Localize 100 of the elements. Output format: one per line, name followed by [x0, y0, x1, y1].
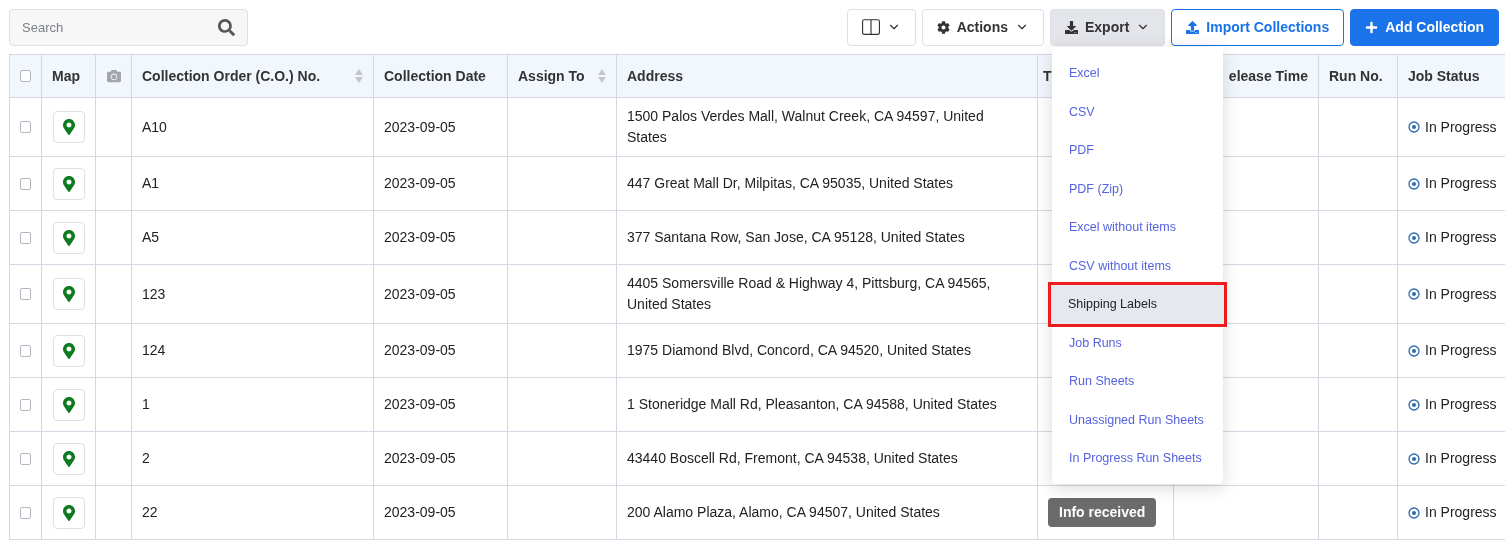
column-header: Collection Order (C.O.) No.: [142, 68, 321, 84]
column-header: elease Time: [1228, 68, 1308, 84]
add-button[interactable]: Add Collection: [1350, 8, 1499, 46]
table-cell-text: 1: [142, 395, 150, 414]
download-icon: [1064, 20, 1078, 34]
row-checkbox[interactable]: [20, 288, 31, 300]
table-cell-text: 200 Alamo Plaza, Alamo, CA 94507, United States: [627, 503, 940, 522]
plus-icon: [1365, 20, 1379, 34]
in-progress-icon: [1408, 452, 1420, 465]
job-status: In Progress: [1425, 395, 1497, 414]
table-cell-text: A1: [142, 174, 160, 193]
table-cell-text: 2023-09-05: [384, 503, 456, 522]
table-cell-text: 447 Great Mall Dr, Milpitas, CA 95035, United States: [627, 174, 954, 193]
in-progress-icon: [1408, 177, 1420, 190]
table-cell-text: 123: [142, 284, 166, 304]
row-checkbox[interactable]: [20, 452, 31, 465]
column-header: Map: [52, 68, 80, 84]
menu-item[interactable]: Excel without items: [1052, 208, 1223, 247]
table-cell-text: 1 Stoneridge Mall Rd, Pleasanton, CA 94588, United States: [627, 395, 997, 414]
table-cell-text: 43440 Boscell Rd, Fremont, CA 94538, United States: [627, 449, 958, 468]
columns-icon: [861, 18, 880, 36]
upload-icon: [1186, 20, 1200, 34]
select-all-checkbox[interactable]: [20, 70, 31, 82]
map-pin-button[interactable]: [52, 442, 85, 475]
map-pin-icon: [60, 450, 77, 467]
table-cell-text: 2023-09-05: [384, 395, 456, 414]
sort-icon[interactable]: [598, 69, 606, 83]
menu-item[interactable]: Excel: [1052, 54, 1223, 93]
gear-icon: [936, 20, 950, 34]
menu-item[interactable]: CSV: [1052, 92, 1223, 131]
import-button[interactable]: Import Collections: [1171, 8, 1345, 46]
table-cell-text: 124: [142, 341, 166, 360]
search-icon[interactable]: [218, 18, 235, 36]
table-cell-text: 22: [142, 503, 158, 522]
camera-icon: [106, 69, 121, 83]
row-checkbox[interactable]: [20, 177, 31, 190]
map-pin-icon: [60, 342, 77, 359]
job-status: In Progress: [1425, 228, 1497, 247]
in-progress-icon: [1408, 231, 1420, 244]
column-header: Job Status: [1408, 68, 1480, 84]
row-checkbox[interactable]: [20, 121, 31, 133]
map-pin-icon: [60, 175, 77, 192]
job-status: In Progress: [1425, 503, 1497, 522]
column-header: Address: [627, 68, 684, 84]
sort-icon[interactable]: [355, 69, 363, 83]
search-field[interactable]: Search: [9, 8, 248, 46]
status-badge: Info received: [1048, 498, 1157, 527]
table-cell-text: 1975 Diamond Blvd, Concord, CA 94520, United States: [627, 341, 971, 360]
map-pin-icon: [60, 229, 77, 246]
job-status: In Progress: [1425, 117, 1497, 137]
map-pin-icon: [60, 286, 77, 302]
in-progress-icon: [1408, 121, 1420, 133]
table-cell-text: 1500 Palos Verdes Mall, Walnut Creek, CA 94597, United States: [627, 107, 985, 147]
table-cell-text: 2023-09-05: [384, 341, 456, 360]
table-cell-text: 2023-09-05: [384, 228, 456, 247]
column-header: Run No.: [1329, 68, 1383, 84]
job-status: In Progress: [1425, 174, 1497, 193]
menu-item[interactable]: Shipping Labels: [1051, 285, 1224, 324]
table-cell-text: 2023-09-05: [384, 174, 456, 193]
table-cell-text: 4405 Somersville Road & Highway 4, Pittsburg, CA 94565, United States: [627, 274, 992, 314]
row-checkbox[interactable]: [20, 506, 31, 519]
row-checkbox[interactable]: [20, 344, 31, 357]
in-progress-icon: [1408, 344, 1420, 357]
menu-item[interactable]: Job Runs: [1052, 323, 1223, 362]
menu-item[interactable]: PDF: [1052, 131, 1223, 170]
map-pin-icon: [60, 396, 77, 413]
map-pin-button[interactable]: [52, 496, 85, 529]
in-progress-icon: [1408, 506, 1420, 519]
export-button[interactable]: Export: [1049, 8, 1166, 46]
map-pin-button[interactable]: [52, 334, 85, 367]
job-status: In Progress: [1425, 449, 1497, 468]
menu-item[interactable]: CSV without items: [1052, 246, 1223, 285]
map-pin-button[interactable]: [52, 388, 85, 421]
job-status: In Progress: [1425, 284, 1497, 304]
column-header: T: [1043, 68, 1052, 84]
in-progress-icon: [1408, 288, 1420, 300]
table-cell-text: A5: [142, 228, 160, 247]
in-progress-icon: [1408, 398, 1420, 411]
menu-item[interactable]: Run Sheets: [1052, 362, 1223, 401]
map-pin-icon: [60, 119, 77, 135]
map-pin-button[interactable]: [52, 111, 85, 143]
map-pin-icon: [60, 504, 77, 521]
menu-item[interactable]: In Progress Run Sheets: [1052, 439, 1223, 478]
menu-item[interactable]: Unassigned Run Sheets: [1052, 400, 1223, 439]
map-pin-button[interactable]: [52, 278, 85, 310]
map-pin-button[interactable]: [52, 221, 85, 254]
menu-item[interactable]: PDF (Zip): [1052, 169, 1223, 208]
row-checkbox[interactable]: [20, 398, 31, 411]
map-pin-button[interactable]: [52, 167, 85, 200]
row-checkbox[interactable]: [20, 231, 31, 244]
job-status: In Progress: [1425, 341, 1497, 360]
table-cell-text: 2: [142, 449, 150, 468]
actions-button[interactable]: Actions: [921, 8, 1044, 46]
table-cell-text: 2023-09-05: [384, 449, 456, 468]
table-cell-text: 2023-09-05: [384, 117, 456, 137]
column-header: Collection Date: [384, 68, 486, 84]
column-layout-button[interactable]: [846, 8, 916, 46]
table-cell-text: A10: [142, 117, 167, 137]
table-cell-text: 2023-09-05: [384, 284, 456, 304]
table-cell-text: 377 Santana Row, San Jose, CA 95128, United States: [627, 228, 965, 247]
